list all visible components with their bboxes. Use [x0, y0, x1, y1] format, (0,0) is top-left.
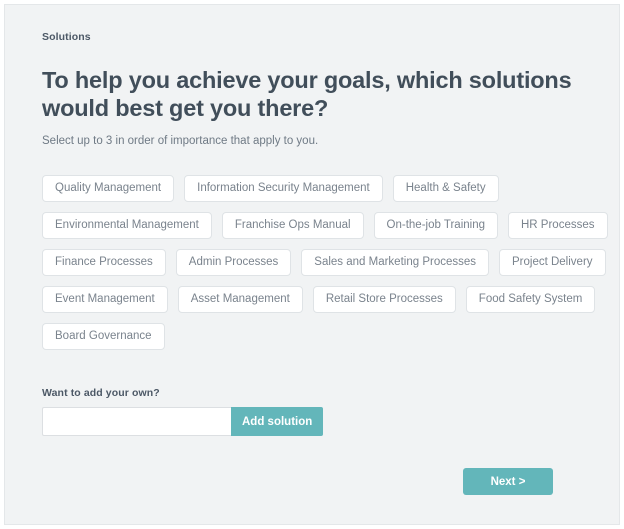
solution-chip[interactable]: Franchise Ops Manual — [221, 212, 364, 239]
solution-chip[interactable]: Information Security Management — [184, 175, 383, 202]
solutions-chip-list: Quality Management Information Security M… — [42, 175, 608, 360]
solution-chip[interactable]: HR Processes — [508, 212, 608, 239]
page-title: To help you achieve your goals, which so… — [42, 67, 572, 121]
chip-row: Finance Processes Admin Processes Sales an… — [42, 249, 606, 276]
solution-chip[interactable]: Project Delivery — [499, 249, 606, 276]
solution-chip[interactable]: Food Safety System — [465, 286, 596, 313]
page-subtitle: Select up to 3 in order of importance th… — [42, 135, 319, 147]
add-solution-input[interactable] — [42, 407, 231, 436]
page-container: Solutions To help you achieve your goals… — [0, 0, 624, 529]
chip-row: Board Governance — [42, 323, 602, 350]
solution-chip[interactable]: On-the-job Training — [373, 212, 498, 239]
solution-chip[interactable]: Admin Processes — [175, 249, 292, 276]
next-button[interactable]: Next > — [463, 468, 553, 495]
breadcrumb: Solutions — [42, 31, 91, 43]
chip-row: Quality Management Information Security M… — [42, 175, 602, 202]
solution-chip[interactable]: Environmental Management — [42, 212, 212, 239]
chip-row: Environmental Management Franchise Ops Ma… — [42, 212, 608, 239]
solution-chip[interactable]: Quality Management — [42, 175, 175, 202]
solution-chip[interactable]: Board Governance — [42, 323, 165, 350]
add-own-solution-section: Want to add your own? Add solution — [42, 387, 324, 436]
content-area: Solutions To help you achieve your goals… — [42, 4, 608, 525]
chip-row: Event Management Asset Management Retail S… — [42, 286, 602, 313]
add-solution-button[interactable]: Add solution — [231, 407, 324, 436]
solution-chip[interactable]: Event Management — [42, 286, 168, 313]
solution-chip[interactable]: Sales and Marketing Processes — [301, 249, 489, 276]
solution-chip[interactable]: Health & Safety — [392, 175, 499, 202]
solution-chip[interactable]: Retail Store Processes — [312, 286, 456, 313]
add-own-label: Want to add your own? — [42, 387, 160, 399]
add-own-row: Add solution — [42, 407, 324, 436]
solution-chip[interactable]: Finance Processes — [42, 249, 166, 276]
solution-chip[interactable]: Asset Management — [177, 286, 303, 313]
